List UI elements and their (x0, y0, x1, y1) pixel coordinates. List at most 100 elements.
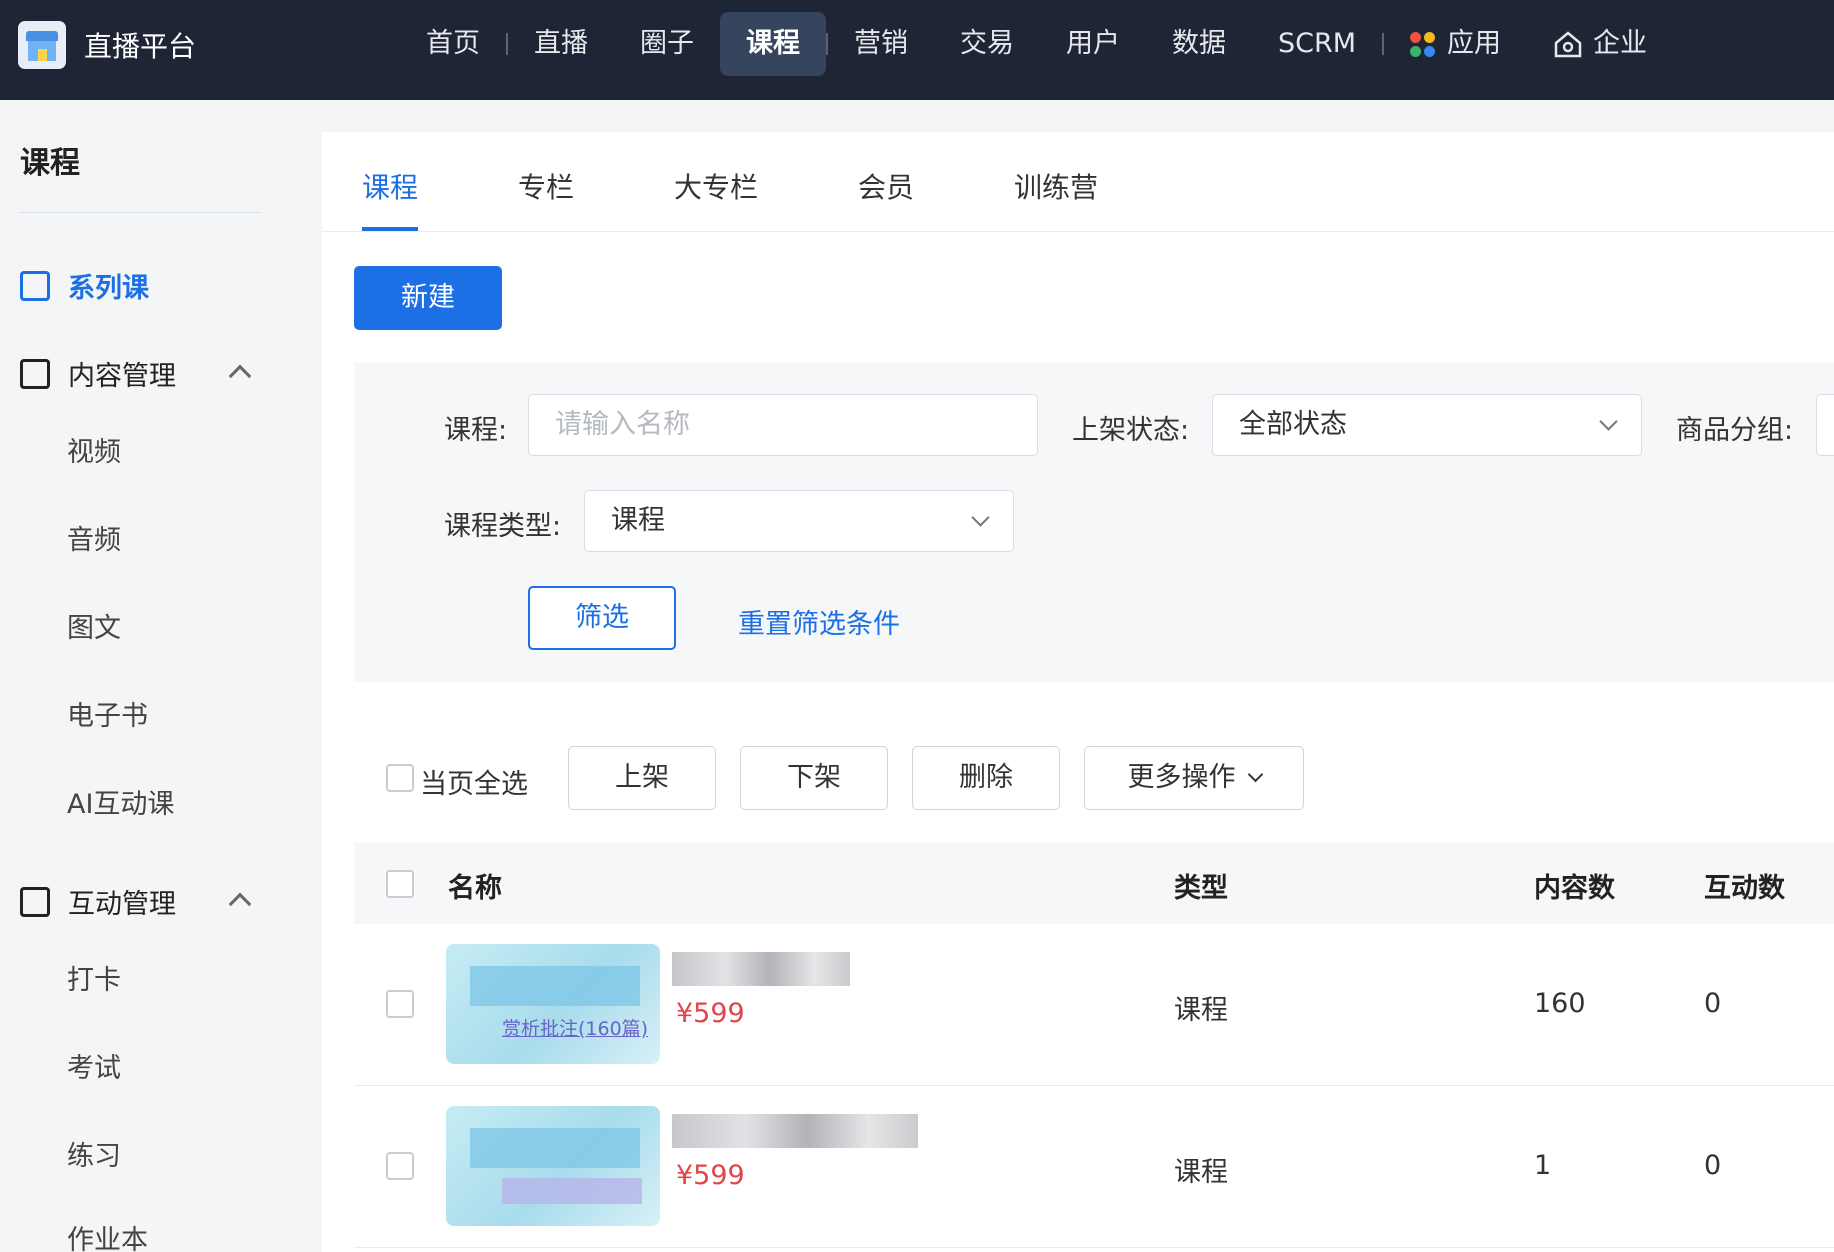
nav-circle[interactable]: 圈子 (614, 12, 720, 76)
sidebar-title: 课程 (20, 146, 80, 181)
nav-marketing[interactable]: 营销 (828, 12, 934, 76)
select-all-label[interactable]: 当页全选 (420, 762, 528, 801)
row-type: 课程 (1174, 995, 1228, 1026)
sidebar-item-audio[interactable]: 音频 (67, 518, 121, 557)
nav-scrm[interactable]: SCRM (1252, 12, 1382, 76)
tab-course[interactable]: 课程 (362, 166, 418, 206)
nav-course[interactable]: 课程 (720, 12, 826, 76)
active-tab-indicator (362, 227, 418, 231)
sidebar-item-ebook[interactable]: 电子书 (67, 694, 148, 733)
row-interact-count: 0 (1704, 988, 1722, 1019)
nav-enterprise[interactable]: 企业 (1527, 12, 1673, 76)
nav-enterprise-label: 企业 (1593, 28, 1648, 59)
course-price: ¥599 (676, 998, 745, 1029)
reset-filter-link[interactable]: 重置筛选条件 (738, 602, 900, 641)
type-select-value: 课程 (611, 505, 665, 536)
tab-bar: 课程 专栏 大专栏 会员 训练营 (322, 132, 1834, 232)
calendar-icon (20, 270, 50, 301)
table-header: 名称 类型 内容数 互动数 (354, 842, 1834, 924)
type-filter-label: 课程类型: (444, 511, 562, 542)
column-type: 类型 (1174, 873, 1228, 904)
row-interact-count: 0 (1704, 1150, 1722, 1181)
thumbnail-blur (502, 1178, 642, 1204)
apps-icon (1410, 31, 1436, 57)
column-content-count: 内容数 (1534, 873, 1615, 904)
sidebar-item-label: 系列课 (68, 273, 149, 304)
group-filter-label: 商品分组: (1676, 415, 1794, 446)
status-select[interactable]: 全部状态 (1212, 394, 1642, 456)
sidebar-item-practice[interactable]: 练习 (67, 1134, 121, 1173)
chevron-up-icon[interactable] (228, 892, 252, 916)
main-content: 课程 专栏 大专栏 会员 训练营 新建 课程: 请输入名称 上架状态: 全部状态… (322, 132, 1834, 1252)
sidebar-item-checkin[interactable]: 打卡 (67, 958, 121, 997)
row-checkbox[interactable] (386, 990, 414, 1018)
new-button[interactable]: 新建 (354, 266, 502, 330)
nav-apps-label: 应用 (1447, 28, 1502, 59)
chevron-down-icon (971, 508, 990, 527)
nav-apps[interactable]: 应用 (1384, 12, 1527, 76)
sidebar-group-interact[interactable]: 互动管理 (20, 882, 176, 921)
more-actions-dropdown[interactable]: 更多操作 (1084, 746, 1304, 810)
filter-button[interactable]: 筛选 (528, 586, 676, 650)
off-shelf-button[interactable]: 下架 (740, 746, 888, 810)
table-row[interactable]: ¥599 课程 1 0 (354, 1086, 1834, 1248)
status-select-value: 全部状态 (1239, 409, 1347, 440)
course-thumbnail[interactable] (446, 1106, 660, 1226)
course-filter-label: 课程: (444, 415, 508, 446)
course-thumbnail[interactable]: 赏析批注(160篇) (446, 944, 660, 1064)
status-filter-label: 上架状态: (1072, 415, 1190, 446)
sidebar-item-series-course[interactable]: 系列课 (20, 266, 149, 305)
nav-trade[interactable]: 交易 (934, 12, 1040, 76)
sidebar-item-exam[interactable]: 考试 (67, 1046, 121, 1085)
thumbnail-caption: 赏析批注(160篇) (502, 1018, 649, 1040)
group-select[interactable] (1816, 394, 1834, 456)
chevron-down-icon (1599, 412, 1618, 431)
sidebar-divider (20, 212, 260, 213)
sidebar-item-ai-course[interactable]: AI互动课 (67, 782, 174, 821)
more-actions-label: 更多操作 (1127, 762, 1236, 793)
nav-users[interactable]: 用户 (1040, 12, 1146, 76)
course-name-input[interactable]: 请输入名称 (528, 394, 1038, 456)
row-checkbox[interactable] (386, 1152, 414, 1180)
nav-live[interactable]: 直播 (508, 12, 614, 76)
on-shelf-button[interactable]: 上架 (568, 746, 716, 810)
sidebar-item-video[interactable]: 视频 (67, 430, 121, 469)
sidebar-item-homework[interactable]: 作业本 (67, 1218, 148, 1252)
sidebar-group-label: 互动管理 (68, 889, 176, 920)
column-name: 名称 (448, 873, 502, 904)
row-content-count: 160 (1534, 988, 1586, 1019)
course-name-redacted[interactable] (672, 952, 850, 986)
nav-data[interactable]: 数据 (1146, 12, 1252, 76)
table-row[interactable]: 赏析批注(160篇) ¥599 课程 160 0 (354, 924, 1834, 1086)
document-icon (20, 358, 50, 389)
sidebar-group-content[interactable]: 内容管理 (20, 354, 176, 393)
sidebar-item-article[interactable]: 图文 (67, 606, 121, 645)
brand-title: 直播平台 (84, 30, 197, 63)
course-name-redacted[interactable] (672, 1114, 918, 1148)
select-all-checkbox[interactable] (386, 764, 414, 792)
enterprise-icon (1554, 31, 1582, 58)
tab-big-column[interactable]: 大专栏 (674, 166, 758, 206)
sidebar: 课程 系列课 内容管理 视频 音频 图文 电子书 AI互动课 互动管理 打卡 考… (0, 100, 322, 1252)
nav-home[interactable]: 首页 (400, 12, 506, 76)
header-checkbox[interactable] (386, 870, 414, 898)
course-price: ¥599 (676, 1160, 745, 1191)
thumbnail-blur (470, 966, 640, 1006)
chevron-down-icon (1247, 766, 1263, 783)
sidebar-group-label: 内容管理 (68, 361, 176, 392)
column-interact-count: 互动数 (1704, 873, 1785, 904)
brand[interactable]: 直播平台 (18, 21, 196, 69)
type-select[interactable]: 课程 (584, 490, 1014, 552)
top-navbar: 直播平台 首页 直播 圈子 课程 营销 交易 用户 数据 SCRM 应用 企业 (0, 0, 1834, 100)
tab-column[interactable]: 专栏 (518, 166, 574, 206)
main-nav: 首页 直播 圈子 课程 营销 交易 用户 数据 SCRM 应用 企业 (400, 12, 1673, 76)
store-logo-icon (18, 21, 66, 69)
thumbnail-blur (470, 1128, 640, 1168)
tab-camp[interactable]: 训练营 (1014, 166, 1098, 206)
delete-button[interactable]: 删除 (912, 746, 1060, 810)
row-content-count: 1 (1534, 1150, 1552, 1181)
chevron-up-icon[interactable] (228, 364, 252, 388)
filter-panel: 课程: 请输入名称 上架状态: 全部状态 商品分组: 课程类型: 课程 筛选 重… (354, 362, 1834, 682)
tab-member[interactable]: 会员 (858, 166, 914, 206)
row-type: 课程 (1174, 1157, 1228, 1188)
